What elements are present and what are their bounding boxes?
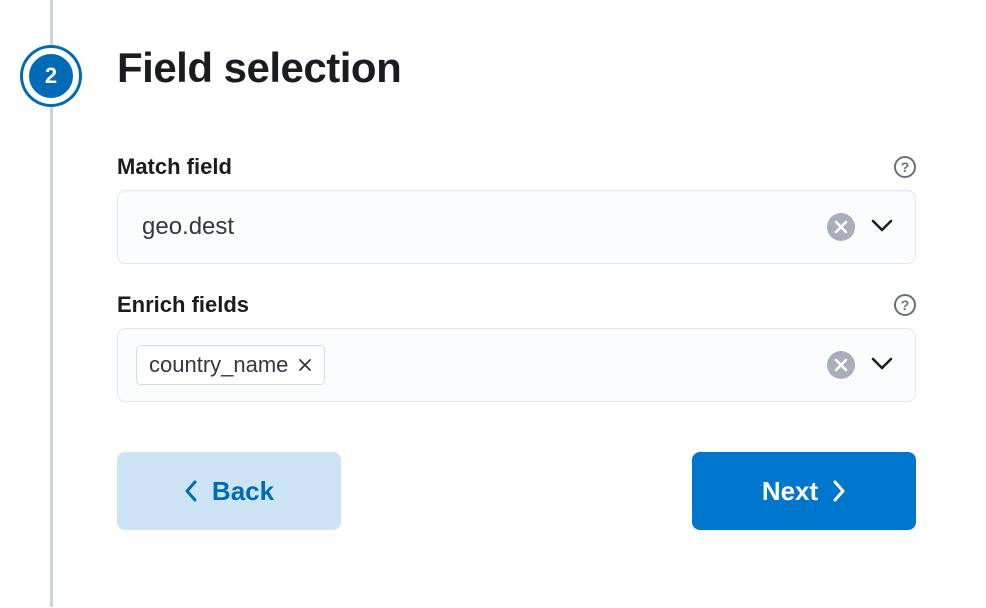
next-button-label: Next bbox=[762, 476, 818, 507]
match-field-value: geo.dest bbox=[136, 213, 827, 241]
back-button-label: Back bbox=[212, 476, 274, 507]
step-indicator-column: 2 bbox=[20, 0, 82, 607]
match-field-group: Match field ? geo.dest bbox=[117, 154, 916, 264]
page-title: Field selection bbox=[117, 44, 916, 92]
field-label-row: Enrich fields ? bbox=[117, 292, 916, 318]
clear-icon[interactable] bbox=[827, 213, 855, 241]
step-content: Field selection Match field ? geo.dest bbox=[82, 0, 986, 607]
step-connector-line bbox=[50, 0, 53, 45]
field-label-row: Match field ? bbox=[117, 154, 916, 180]
help-icon[interactable]: ? bbox=[894, 294, 916, 316]
chips-wrapper: country_name bbox=[136, 345, 827, 385]
chip-label: country_name bbox=[149, 352, 288, 378]
enrich-fields-label: Enrich fields bbox=[117, 292, 249, 318]
chevron-down-icon[interactable] bbox=[867, 352, 897, 379]
combobox-controls bbox=[827, 351, 897, 379]
match-field-combobox[interactable]: geo.dest bbox=[117, 190, 916, 264]
close-icon[interactable] bbox=[298, 358, 312, 372]
button-row: Back Next bbox=[117, 452, 916, 530]
step-connector-line bbox=[50, 107, 53, 607]
enrich-field-chip: country_name bbox=[136, 345, 325, 385]
help-icon[interactable]: ? bbox=[894, 156, 916, 178]
back-button[interactable]: Back bbox=[117, 452, 341, 530]
step-number-badge: 2 bbox=[23, 48, 79, 104]
step-number: 2 bbox=[45, 63, 57, 89]
combobox-controls bbox=[827, 213, 897, 241]
clear-icon[interactable] bbox=[827, 351, 855, 379]
chevron-left-icon bbox=[184, 480, 198, 502]
next-button[interactable]: Next bbox=[692, 452, 916, 530]
match-field-label: Match field bbox=[117, 154, 232, 180]
enrich-fields-group: Enrich fields ? country_name bbox=[117, 292, 916, 402]
enrich-fields-combobox[interactable]: country_name bbox=[117, 328, 916, 402]
chevron-down-icon[interactable] bbox=[867, 214, 897, 241]
chevron-right-icon bbox=[832, 480, 846, 502]
